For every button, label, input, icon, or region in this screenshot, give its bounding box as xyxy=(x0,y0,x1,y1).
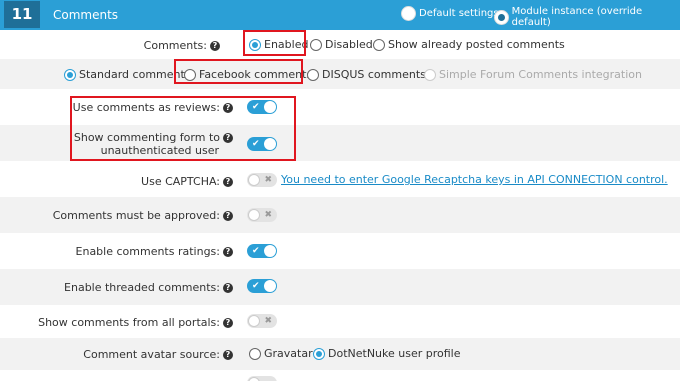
radio-icon xyxy=(424,68,436,81)
approved-toggle[interactable]: ✖ xyxy=(247,208,277,222)
comments-show-posted-radio[interactable]: Show already posted comments xyxy=(373,38,565,51)
all-portals-toggle[interactable]: ✖ xyxy=(247,314,277,328)
ratings-toggle[interactable]: ✔ xyxy=(247,244,277,258)
gravatar-radio[interactable]: Gravatar xyxy=(249,347,313,360)
check-icon: ✔ xyxy=(252,246,260,256)
disqus-comments-radio[interactable]: DISQUS comments xyxy=(307,68,426,81)
cross-icon: ✖ xyxy=(264,175,272,185)
highlight-box-toggles xyxy=(70,96,296,161)
simple-forum-radio: Simple Forum Comments integration xyxy=(424,68,642,81)
dnn-profile-radio[interactable]: DotNetNuke user profile xyxy=(313,347,461,360)
ratings-row: Enable comments ratings:? ✔ xyxy=(0,233,680,269)
recaptcha-keys-link[interactable]: You need to enter Google Recaptcha keys … xyxy=(281,173,668,186)
comments-disabled-radio[interactable]: Disabled xyxy=(310,38,373,51)
check-icon: ✔ xyxy=(252,281,260,291)
cross-icon: ✖ xyxy=(264,316,272,326)
ratings-label: Enable comments ratings:? xyxy=(0,245,233,258)
all-portals-label: Show comments from all portals:? xyxy=(0,316,233,329)
all-portals-row: Show comments from all portals:? ✖ xyxy=(0,305,680,338)
radio-icon xyxy=(373,38,385,51)
threaded-label: Enable threaded comments:? xyxy=(0,281,233,294)
module-instance-radio[interactable]: Module instance (override default) xyxy=(494,6,680,28)
captcha-toggle[interactable]: ✖ xyxy=(247,173,277,187)
comments-label: Comments:? xyxy=(0,39,220,52)
captcha-label: Use CAPTCHA:? xyxy=(0,175,233,188)
help-icon[interactable]: ? xyxy=(223,177,233,187)
providers-row: Standard comments Facebook comments DISQ… xyxy=(0,59,680,89)
radio-selected-icon xyxy=(494,9,509,25)
radio-icon xyxy=(401,6,416,21)
comments-row: Comments:? Enabled Disabled Show already… xyxy=(0,30,680,59)
threaded-toggle[interactable]: ✔ xyxy=(247,279,277,293)
help-icon[interactable]: ? xyxy=(223,283,233,293)
highlight-box-enabled xyxy=(243,30,306,56)
default-settings-label: Default settings xyxy=(419,8,499,19)
cross-icon: ✖ xyxy=(264,210,272,220)
standard-comments-radio[interactable]: Standard comments xyxy=(64,68,191,81)
module-instance-label: Module instance (override default) xyxy=(511,6,643,28)
radio-icon xyxy=(307,68,319,81)
highlight-box-facebook xyxy=(174,59,303,84)
radio-selected-icon xyxy=(313,347,325,360)
radio-icon xyxy=(249,347,261,360)
captcha-row: Use CAPTCHA:? ✖ You need to enter Google… xyxy=(0,161,680,197)
help-icon[interactable]: ? xyxy=(210,41,220,51)
next-row-partial xyxy=(0,370,680,381)
approved-row: Comments must be approved:? ✖ xyxy=(0,197,680,233)
avatar-source-label: Comment avatar source:? xyxy=(0,348,233,361)
threaded-row: Enable threaded comments:? ✔ xyxy=(0,269,680,305)
approved-label: Comments must be approved:? xyxy=(0,209,233,222)
help-icon[interactable]: ? xyxy=(223,211,233,221)
next-toggle-partial[interactable] xyxy=(247,376,277,381)
help-icon[interactable]: ? xyxy=(223,247,233,257)
section-title: Comments xyxy=(53,8,119,22)
radio-selected-icon xyxy=(64,68,76,81)
section-header: 11 Comments Default settings Module inst… xyxy=(0,0,680,30)
section-number: 11 xyxy=(4,1,40,28)
default-settings-radio[interactable]: Default settings xyxy=(401,6,499,21)
avatar-source-row: Comment avatar source:? Gravatar DotNetN… xyxy=(0,338,680,370)
radio-icon xyxy=(310,38,322,51)
help-icon[interactable]: ? xyxy=(223,318,233,328)
help-icon[interactable]: ? xyxy=(223,350,233,360)
